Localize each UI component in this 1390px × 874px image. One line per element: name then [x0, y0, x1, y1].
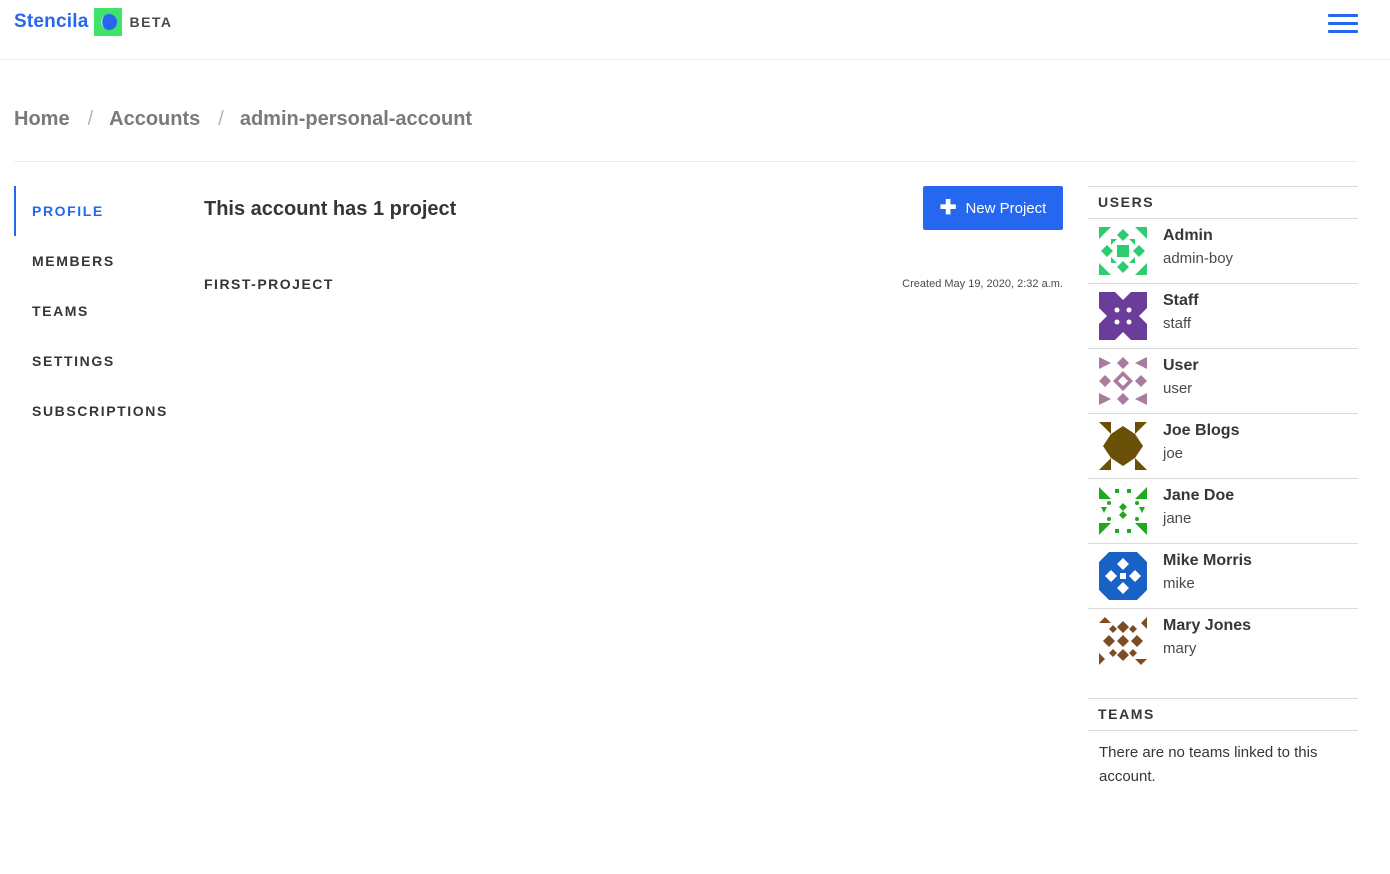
- teams-panel: TEAMS There are no teams linked to this …: [1088, 698, 1358, 799]
- user-display-name: Jane Doe: [1163, 487, 1235, 504]
- user-display-name: Mike Morris: [1163, 552, 1252, 569]
- menu-item-members[interactable]: MEMBERS: [14, 236, 184, 286]
- user-avatar-identicon: [1099, 487, 1147, 535]
- user-avatar-identicon: [1099, 552, 1147, 600]
- user-display-name: Mary Jones: [1163, 617, 1252, 634]
- user-avatar-identicon: [1099, 422, 1147, 470]
- breadcrumb-home-link[interactable]: Home: [14, 108, 70, 131]
- menu-item-profile[interactable]: PROFILE: [14, 186, 184, 236]
- hamburger-menu-icon[interactable]: [1324, 12, 1362, 36]
- teams-heading: TEAMS: [1088, 698, 1358, 731]
- menu-item-subscriptions[interactable]: SUBSCRIPTIONS: [14, 386, 184, 436]
- breadcrumb-separator: /: [218, 108, 224, 130]
- user-username: user: [1163, 380, 1193, 397]
- user-list-item[interactable]: User user: [1088, 349, 1358, 414]
- users-heading: USERS: [1088, 186, 1358, 219]
- count-prefix: This account has: [204, 198, 368, 220]
- new-project-button[interactable]: ✚ New Project: [923, 186, 1063, 230]
- top-navbar: Stencila BETA: [0, 0, 1390, 60]
- user-list-item[interactable]: Mary Jones mary: [1088, 609, 1358, 674]
- count-value: 1: [372, 198, 385, 220]
- user-username: admin-boy: [1163, 250, 1234, 267]
- user-list-item[interactable]: Staff staff: [1088, 284, 1358, 349]
- user-username: staff: [1163, 315, 1192, 332]
- teams-empty-message: There are no teams linked to this accoun…: [1099, 744, 1318, 785]
- user-list-item[interactable]: Mike Morris mike: [1088, 544, 1358, 609]
- user-display-name: Admin: [1163, 227, 1213, 244]
- stencila-logo-icon: [94, 8, 123, 36]
- project-row: FIRST-PROJECT Created May 19, 2020, 2:32…: [204, 276, 1063, 296]
- menu-item-settings[interactable]: SETTINGS: [14, 336, 184, 386]
- beta-badge: BETA: [129, 14, 173, 30]
- user-avatar-identicon: [1099, 357, 1147, 405]
- brand-logo[interactable]: Stencila BETA: [14, 8, 173, 36]
- new-project-label: New Project: [965, 199, 1047, 217]
- user-username: jane: [1163, 510, 1192, 527]
- user-username: mike: [1163, 575, 1195, 592]
- user-display-name: User: [1163, 357, 1199, 374]
- project-name-link[interactable]: FIRST-PROJECT: [204, 276, 334, 292]
- breadcrumb-separator: /: [87, 108, 94, 130]
- project-count-heading: This account has 1 project: [204, 198, 456, 221]
- breadcrumb: Home / Accounts / admin-personal-account: [14, 108, 1358, 162]
- project-created-date: Created May 19, 2020, 2:32 a.m.: [902, 278, 1063, 290]
- brand-name: Stencila: [14, 11, 89, 32]
- user-avatar-identicon: [1099, 617, 1147, 665]
- plus-icon: ✚: [939, 197, 957, 219]
- count-suffix: project: [389, 198, 457, 220]
- user-list-item[interactable]: Admin admin-boy: [1088, 219, 1358, 284]
- user-username: mary: [1163, 640, 1197, 657]
- menu-item-teams[interactable]: TEAMS: [14, 286, 184, 336]
- user-avatar-identicon: [1099, 292, 1147, 340]
- account-side-menu: PROFILE MEMBERS TEAMS SETTINGS SUBSCRIPT…: [14, 186, 184, 436]
- user-username: joe: [1163, 445, 1184, 462]
- user-avatar-identicon: [1099, 227, 1147, 275]
- breadcrumb-accounts-link[interactable]: Accounts: [109, 108, 200, 131]
- user-display-name: Staff: [1163, 292, 1199, 309]
- user-display-name: Joe Blogs: [1163, 422, 1240, 439]
- user-list-item[interactable]: Joe Blogs joe: [1088, 414, 1358, 479]
- users-panel: USERS Admin admin-boy Staff staff User u…: [1088, 186, 1358, 674]
- breadcrumb-current: admin-personal-account: [239, 108, 473, 130]
- user-list-item[interactable]: Jane Doe jane: [1088, 479, 1358, 544]
